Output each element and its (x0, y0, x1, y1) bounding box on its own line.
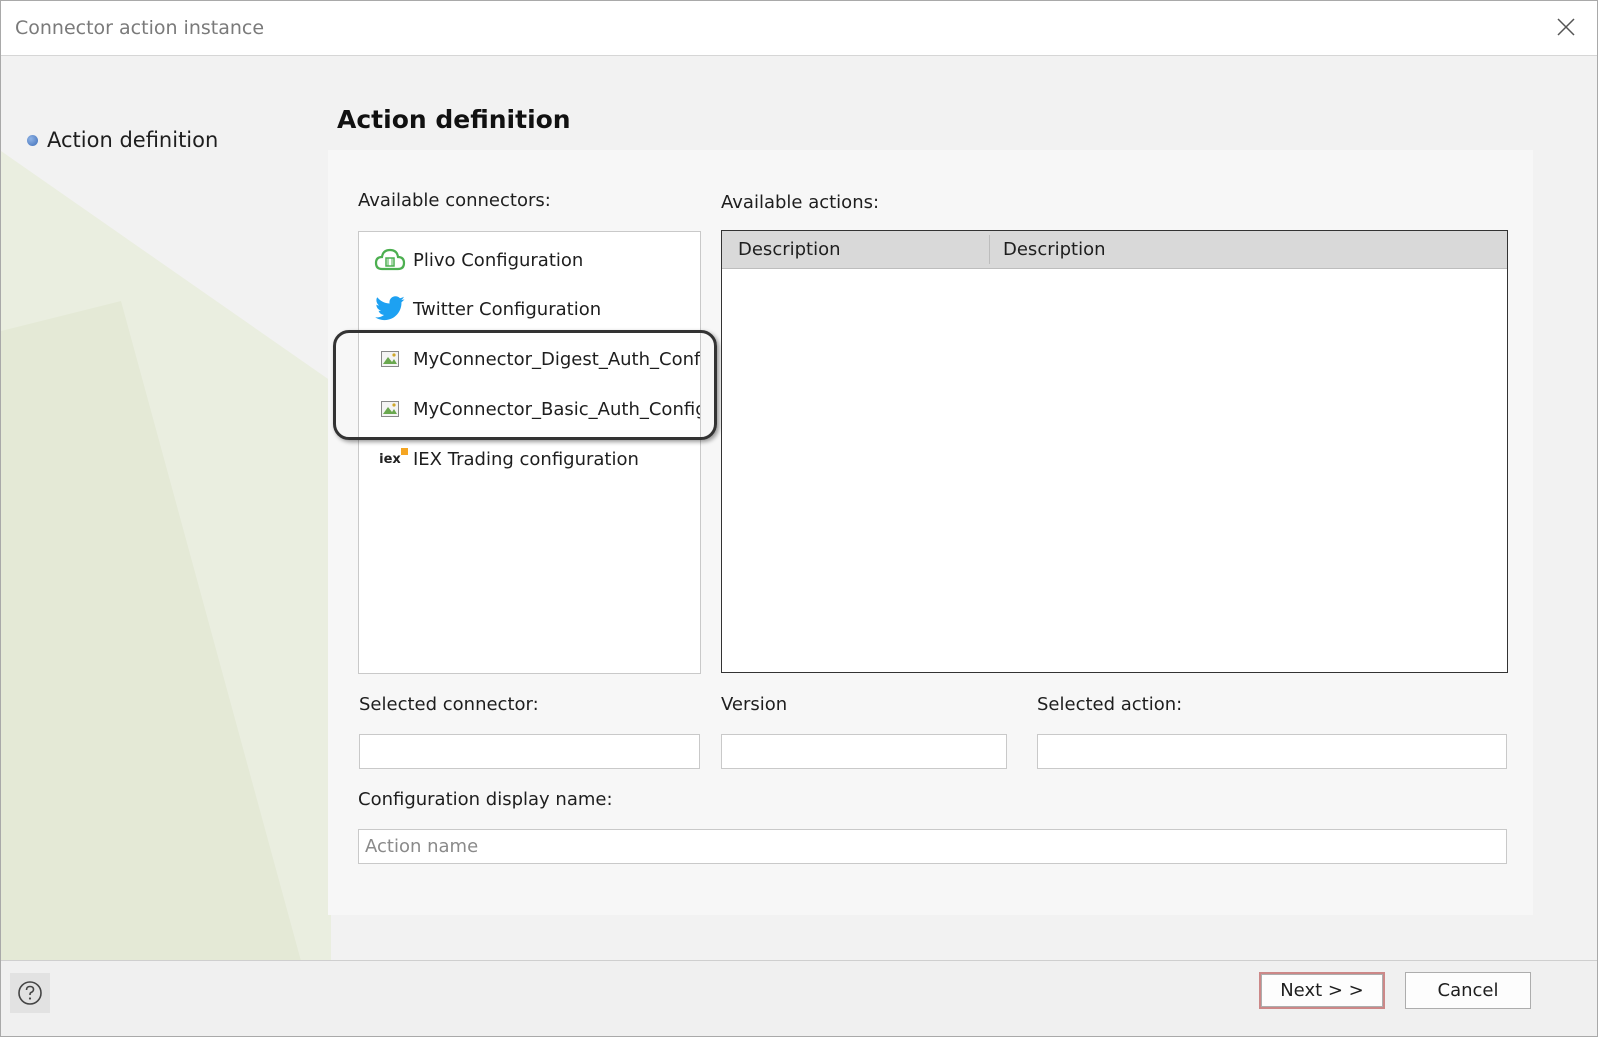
window-title: Connector action instance (15, 17, 265, 39)
connector-item-iex[interactable]: iex IEX Trading configuration (373, 439, 639, 479)
column-header-description[interactable]: Description (722, 231, 841, 268)
image-icon (373, 392, 407, 426)
help-icon (18, 981, 42, 1005)
connector-item-basic-auth[interactable]: MyConnector_Basic_Auth_Configu (373, 389, 701, 429)
connector-label: Plivo Configuration (413, 249, 584, 271)
connector-item-plivo[interactable]: Plivo Configuration (373, 240, 583, 280)
connector-item-digest-auth[interactable]: MyConnector_Digest_Auth_Config (373, 339, 701, 379)
version-field[interactable] (721, 734, 1007, 769)
plivo-cloud-icon (373, 243, 407, 277)
connector-label: IEX Trading configuration (413, 448, 639, 470)
close-icon (1557, 18, 1575, 36)
available-actions-label: Available actions: (721, 192, 880, 213)
actions-table[interactable]: Description Description (721, 230, 1508, 673)
actions-table-header: Description Description (722, 231, 1507, 269)
close-button[interactable] (1553, 14, 1579, 40)
display-name-label: Configuration display name: (358, 789, 613, 810)
column-header-description-2[interactable]: Description (987, 231, 1106, 268)
available-connectors-label: Available connectors: (358, 190, 551, 211)
connector-label: MyConnector_Basic_Auth_Configu (413, 398, 701, 420)
iex-logo-icon: iex (379, 447, 408, 467)
connector-label: Twitter Configuration (413, 298, 602, 320)
twitter-bird-icon (373, 292, 407, 326)
dialog-window: Connector action instance Action definit… (0, 0, 1598, 1037)
step-label: Action definition (47, 128, 219, 152)
title-bar: Connector action instance (1, 1, 1597, 56)
step-bullet-icon (27, 134, 38, 146)
selected-connector-field[interactable] (359, 734, 700, 769)
connectors-list[interactable]: Plivo Configuration Twitter Configuratio… (358, 231, 701, 674)
selected-connector-label: Selected connector: (359, 694, 539, 715)
step-action-definition: Action definition (27, 128, 218, 152)
connector-item-twitter[interactable]: Twitter Configuration (373, 289, 601, 329)
selected-action-field[interactable] (1037, 734, 1507, 769)
page-title: Action definition (337, 105, 571, 134)
connector-label: MyConnector_Digest_Auth_Config (413, 348, 701, 370)
dialog-footer: Next > > Cancel (1, 960, 1597, 1036)
cancel-button[interactable]: Cancel (1405, 972, 1531, 1009)
image-icon (373, 342, 407, 376)
next-button[interactable]: Next > > (1259, 972, 1385, 1009)
display-name-input[interactable] (358, 829, 1507, 864)
help-button[interactable] (10, 973, 50, 1013)
version-label: Version (721, 694, 788, 715)
selected-action-label: Selected action: (1037, 694, 1183, 715)
